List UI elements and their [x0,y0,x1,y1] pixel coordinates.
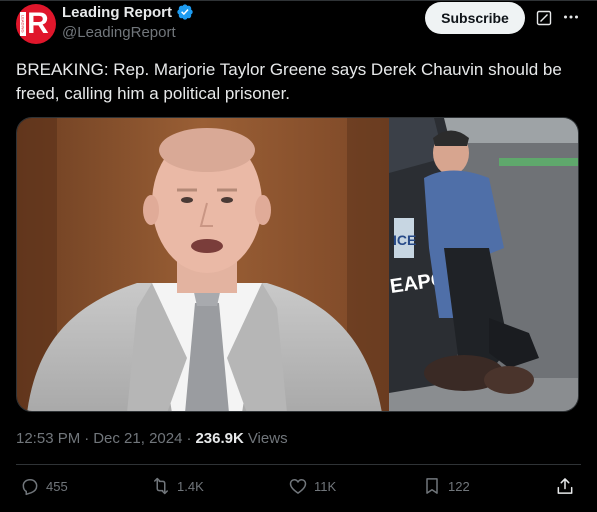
meta-separator: · [186,430,192,447]
account-name-row: Leading Report [62,3,194,21]
repost-button[interactable]: 1.4K [151,476,204,496]
tweet-time[interactable]: 12:53 PM [16,430,80,447]
like-button[interactable]: 11K [288,476,336,496]
repost-icon [154,477,168,495]
courtroom-photo [17,118,389,411]
tweet-date[interactable]: Dec 21, 2024 [93,430,182,447]
plate-text: ICE [393,232,416,248]
like-count: 11K [314,478,337,494]
tweet-text: BREAKING: Rep. Marjorie Taylor Greene sa… [16,60,562,103]
repost-count: 1.4K [177,478,204,494]
avatar[interactable]: LEADING R [16,4,56,44]
media-photo-left[interactable] [17,118,389,411]
share-button[interactable] [555,476,575,496]
tweet-meta: 12:53 PM · Dec 21, 2024 · 236.9K Views [16,430,288,447]
tweet-actions: 455 1.4K 11K 122 [0,476,597,504]
reply-button[interactable]: 455 [20,476,68,496]
media-photo-right[interactable]: ICE EAPOLIS [389,118,578,411]
bookmark-count: 122 [448,478,470,494]
share-icon [557,478,573,494]
heart-icon [289,479,307,494]
views-label: Views [247,430,288,447]
divider-line [16,464,581,465]
grok-icon[interactable] [536,10,552,26]
account-name[interactable]: Leading Report [62,4,172,21]
tweet-media[interactable]: ICE EAPOLIS [16,117,579,412]
views-count: 236.9K [195,430,244,447]
avatar-letter: R [27,7,49,40]
street-photo: ICE EAPOLIS [389,118,578,411]
meta-separator: · [84,430,90,447]
account-handle[interactable]: @LeadingReport [62,24,176,41]
more-options-icon[interactable] [562,8,580,26]
avatar-strip-text: LEADING [20,15,26,33]
verified-badge-icon [177,4,193,20]
bookmark-icon [426,478,438,494]
avatar-strip: LEADING [20,12,26,36]
top-border [0,0,597,1]
reply-icon [22,479,38,496]
bookmark-button[interactable]: 122 [422,476,470,496]
reply-count: 455 [46,478,68,494]
subscribe-button[interactable]: Subscribe [425,2,525,34]
